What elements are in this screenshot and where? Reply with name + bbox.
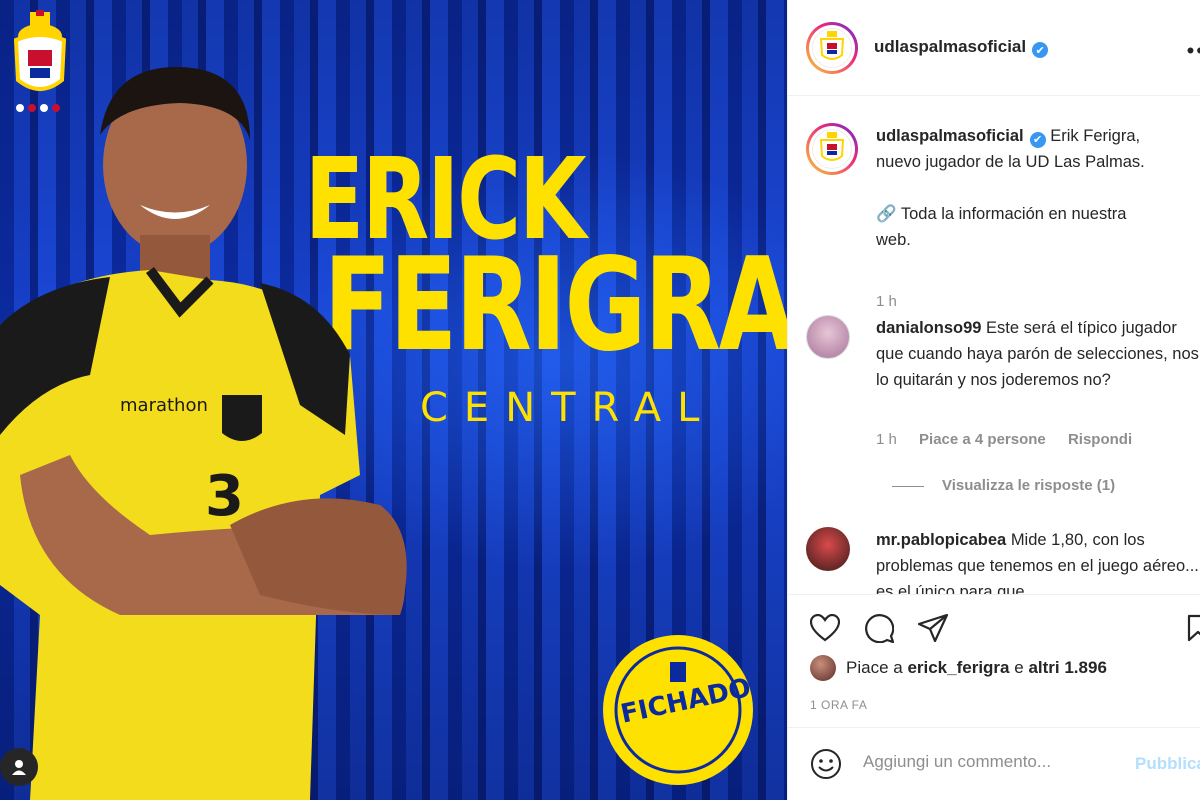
- view-replies-button[interactable]: Visualizza le risposte (1): [896, 477, 1115, 494]
- comment-time: 1 h: [876, 431, 897, 448]
- link-icon: 🔗: [876, 205, 897, 223]
- author-avatar[interactable]: [806, 21, 858, 74]
- post-timestamp[interactable]: 1 ORA FA: [810, 698, 867, 712]
- post-header: udlaspalmasoficial✔ ••: [788, 0, 1200, 96]
- liker-avatar[interactable]: [810, 655, 836, 681]
- svg-text:3: 3: [205, 464, 244, 529]
- comment-text: mr.pablopicabea Mide 1,80, con los probl…: [876, 531, 1199, 594]
- commenter-username[interactable]: danialonso99: [876, 319, 981, 337]
- verified-badge-icon: ✔: [1032, 42, 1049, 59]
- comment-input[interactable]: [863, 752, 1113, 772]
- commenter-avatar[interactable]: [806, 315, 850, 359]
- comment-icon[interactable]: [864, 613, 894, 643]
- likes-summary[interactable]: Piace a erick_ferigra e altri 1.896: [810, 655, 1107, 681]
- caption-avatar[interactable]: [806, 123, 858, 175]
- user-icon: [12, 760, 26, 775]
- svg-text:marathon: marathon: [120, 395, 208, 416]
- bookmark-icon[interactable]: [1183, 613, 1200, 643]
- player-photo: 3 marathon: [0, 66, 407, 800]
- post-actions: Piace a erick_ferigra e altri 1.896 1 OR…: [788, 594, 1200, 724]
- caption-text: udlaspalmasoficial ✔ Erik Ferigra, nuevo …: [876, 127, 1145, 249]
- comment-likes[interactable]: Piace a 4 persone: [919, 431, 1046, 448]
- post-sidebar: udlaspalmasoficial✔ •• udlaspalmasoficia…: [787, 0, 1200, 800]
- caption-time: 1 h: [876, 293, 897, 310]
- heart-icon[interactable]: [810, 613, 840, 643]
- caption-meta: 1 h: [876, 293, 915, 310]
- verified-badge-icon: ✔: [1029, 132, 1046, 148]
- comment-text: danialonso99 Este será el típico jugador…: [876, 319, 1199, 389]
- likes-count[interactable]: altri 1.896: [1028, 658, 1106, 678]
- club-crest-icon: [819, 132, 845, 161]
- club-crest-icon: [819, 30, 845, 60]
- comments-list[interactable]: udlaspalmasoficial ✔ Erik Ferigra, nuevo …: [788, 97, 1200, 594]
- tagged-users-button[interactable]: [0, 748, 38, 786]
- post-image[interactable]: ERICK FERIGRA CENTRAL 3 marathon FICHADO: [0, 0, 787, 800]
- comment-meta: 1 h Piace a 4 persone Rispondi: [876, 431, 1150, 448]
- send-icon[interactable]: [918, 613, 948, 643]
- reply-button[interactable]: Rispondi: [1068, 431, 1132, 448]
- emoji-icon[interactable]: [810, 748, 842, 780]
- more-options-icon[interactable]: ••: [1187, 38, 1200, 64]
- player-position: CENTRAL: [420, 385, 716, 431]
- author-username[interactable]: udlaspalmasoficial ✔: [874, 37, 1049, 59]
- add-comment-bar: Pubblica: [788, 727, 1200, 800]
- commenter-avatar[interactable]: [806, 527, 850, 571]
- caption-username[interactable]: udlaspalmasoficial: [876, 127, 1024, 145]
- publish-button[interactable]: Pubblica: [1135, 754, 1200, 774]
- liker-username[interactable]: erick_ferigra: [907, 658, 1009, 678]
- commenter-username[interactable]: mr.pablopicabea: [876, 531, 1006, 549]
